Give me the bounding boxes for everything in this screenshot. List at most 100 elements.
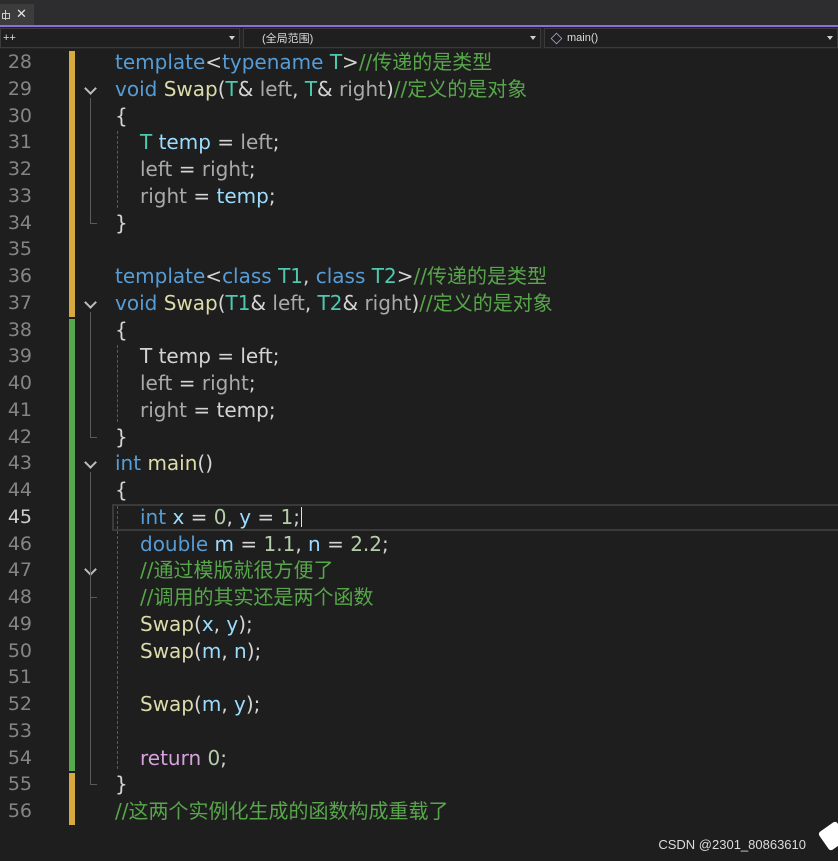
code-line[interactable]: 34} [0,210,838,237]
code-line[interactable]: 47 //通过模版就很方便了 [0,557,838,584]
close-icon[interactable]: ✕ [16,8,27,21]
code-line[interactable]: 38 { [0,317,838,344]
code-text: template<typename T>//传递的是类型 [115,49,492,76]
code-line[interactable]: 46 double m = 1.1, n = 2.2; [0,531,838,558]
code-line[interactable]: 29 void Swap(T& left, T& right)//定义的是对象 [0,76,838,103]
code-token: //定义的是对象 [419,290,553,315]
line-number: 54 [7,746,32,769]
code-line[interactable]: 40 left = right; [0,370,838,397]
code-text: right = temp; [140,397,276,424]
code-line[interactable]: 36 template<class T1, class T2>//传递的是类型 [0,263,838,290]
code-token: m [201,638,222,663]
code-token: temp [216,397,269,422]
fold-region-line [90,311,91,437]
code-line[interactable]: 32 left = right; [0,156,838,183]
line-number: 36 [7,265,32,287]
code-line[interactable]: 54 return 0; [0,745,838,772]
code-line[interactable]: 31 T temp = left; [0,129,838,156]
code-token: , [226,504,240,529]
code-token: y [239,504,252,529]
code-line[interactable]: 42} [0,424,838,451]
code-token: ; [248,371,256,395]
code-text: T temp = left; [140,343,280,370]
code-line[interactable]: 44 { [0,477,838,504]
code-token: right [338,76,386,101]
code-line[interactable]: 30 { [0,103,838,130]
code-line[interactable]: 52 Swap(m, y); [0,691,838,718]
code-text: //这两个实例化生成的函数构成重载了 [115,798,448,825]
project-dropdown[interactable]: ++ [0,28,240,48]
fold-chevron-icon[interactable] [83,83,97,97]
code-line[interactable]: 48 //调用的其实还是两个函数 [0,584,838,611]
code-text: template<class T1, class T2>//传递的是类型 [115,263,547,290]
code-token: m [201,692,222,716]
code-token: , [303,264,316,288]
code-token: temp [216,183,269,208]
code-token: n [234,638,247,663]
code-text: Swap(m, n); [140,638,261,665]
code-token: 0 [213,504,227,529]
code-text: T temp = left; [140,129,280,156]
code-line[interactable]: 55} [0,771,838,798]
code-line[interactable]: 49 Swap(x, y); [0,611,838,638]
code-editor[interactable]: 28 template<typename T>//传递的是类型 29 void Swa… [0,49,838,861]
code-token: double [140,531,209,556]
code-text: Swap(m, y); [140,691,260,718]
code-token: right [140,397,187,422]
line-number: 43 [7,452,32,475]
code-text: right = temp; [140,183,276,210]
code-line[interactable]: 53 [0,718,838,745]
indent-guide [117,345,118,422]
code-line[interactable]: 45 int x = 0, y = 1; [0,503,838,531]
code-token: { [115,317,128,342]
code-token: //通过模版就很方便了 [140,558,334,583]
code-text: left = right; [140,370,256,397]
project-dropdown-value: ++ [3,32,16,44]
code-token: = [251,504,281,529]
code-token: int [115,451,142,476]
unsaved-change-marker [69,773,75,825]
code-line[interactable]: 41 right = temp; [0,397,838,424]
code-token: } [115,210,128,235]
code-line[interactable]: 43 int main() [0,450,838,477]
code-token: , [213,611,227,636]
code-token: < [205,50,223,74]
fold-region-line [90,472,91,785]
code-token: x [172,504,185,529]
code-token: 1.1 [263,531,296,556]
code-text: void Swap(T1& left, T2& right)//定义的是对象 [115,290,553,317]
fold-chevron-icon[interactable] [83,457,97,471]
code-line[interactable]: 37 void Swap(T1& left, T2& right)//定义的是对象 [0,290,838,317]
code-token: & [250,290,273,315]
code-text: left = right; [140,156,256,183]
code-line[interactable]: 28 template<typename T>//传递的是类型 [0,49,838,76]
line-number: 32 [7,158,32,180]
fold-region-end [90,222,97,224]
code-token: m [214,531,235,556]
code-token: , [221,638,235,663]
line-number: 55 [7,773,32,796]
code-line[interactable]: 50 Swap(m, n); [0,638,838,665]
document-tab[interactable]: ✕ [0,4,34,25]
code-line[interactable]: 35 [0,236,838,263]
code-token: T2 [371,264,397,288]
code-token: left [240,130,273,155]
scope-dropdown[interactable]: (全局范围) [243,28,541,48]
line-number: 50 [7,639,32,662]
code-line[interactable]: 51 [0,664,838,691]
pin-icon[interactable] [2,9,10,20]
line-number: 40 [7,372,32,394]
fold-chevron-icon[interactable] [83,297,97,311]
code-token: ( [194,611,202,636]
code-token: ; [268,397,276,422]
code-token: 0 [207,745,221,770]
text-caret [301,506,303,527]
code-line[interactable]: 39 T temp = left; [0,343,838,370]
code-line[interactable]: 33 right = temp; [0,183,838,210]
code-token: = [184,504,214,529]
member-dropdown[interactable]: main() [544,28,838,48]
code-token: } [115,424,128,449]
code-line[interactable]: 56 //这两个实例化生成的函数构成重载了 [0,798,838,825]
code-token: ; [220,745,227,770]
unsaved-change-marker [69,51,75,317]
